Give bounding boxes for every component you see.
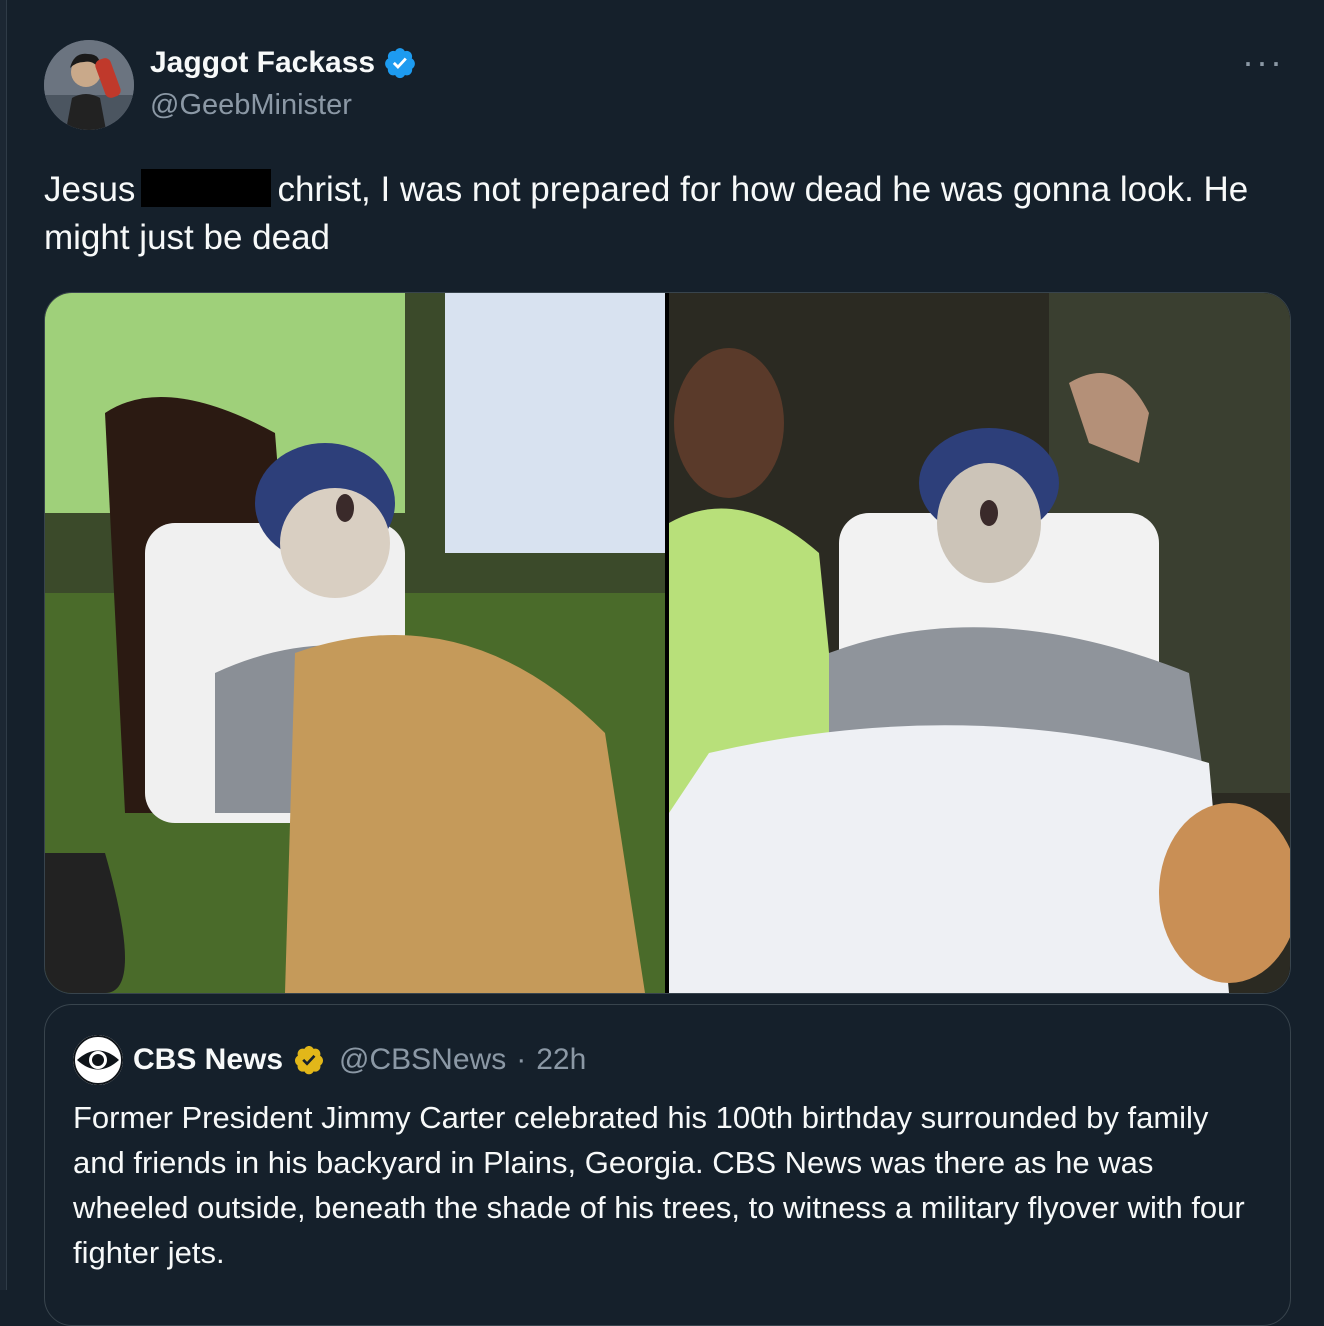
quoted-handle[interactable]: @CBSNews [339, 1043, 506, 1077]
tweet-text-part1: Jesus [44, 170, 136, 209]
more-options-icon[interactable]: ··· [1242, 44, 1284, 80]
quoted-source-name[interactable]: CBS News [133, 1043, 283, 1077]
cbs-eye-logo-icon[interactable] [73, 1035, 123, 1085]
photo-left[interactable] [45, 293, 665, 993]
quoted-body: Former President Jimmy Carter celebrated… [73, 1100, 1245, 1270]
author-name-row[interactable]: Jaggot Fackass [150, 46, 417, 80]
photo-right[interactable] [669, 293, 1290, 993]
quoted-tweet[interactable]: CBS News @CBSNews · 22h Former President… [44, 1004, 1291, 1326]
media-grid[interactable] [44, 292, 1291, 994]
left-border [0, 0, 7, 1290]
avatar-image [44, 40, 134, 130]
quoted-header: CBS News @CBSNews · 22h [73, 1035, 586, 1085]
quoted-time[interactable]: 22h [536, 1043, 586, 1077]
display-name[interactable]: Jaggot Fackass [150, 46, 375, 80]
avatar[interactable] [44, 40, 134, 130]
verified-gold-icon [295, 1046, 324, 1075]
redaction-bar [141, 169, 272, 207]
quoted-separator: · [516, 1043, 527, 1076]
author-handle[interactable]: @GeebMinister [150, 88, 417, 122]
verified-badge-icon [385, 48, 415, 79]
tweet-header: Jaggot Fackass @GeebMinister ··· [44, 40, 1284, 132]
tweet-text: Jesus christ, I was not prepared for how … [44, 166, 1294, 262]
